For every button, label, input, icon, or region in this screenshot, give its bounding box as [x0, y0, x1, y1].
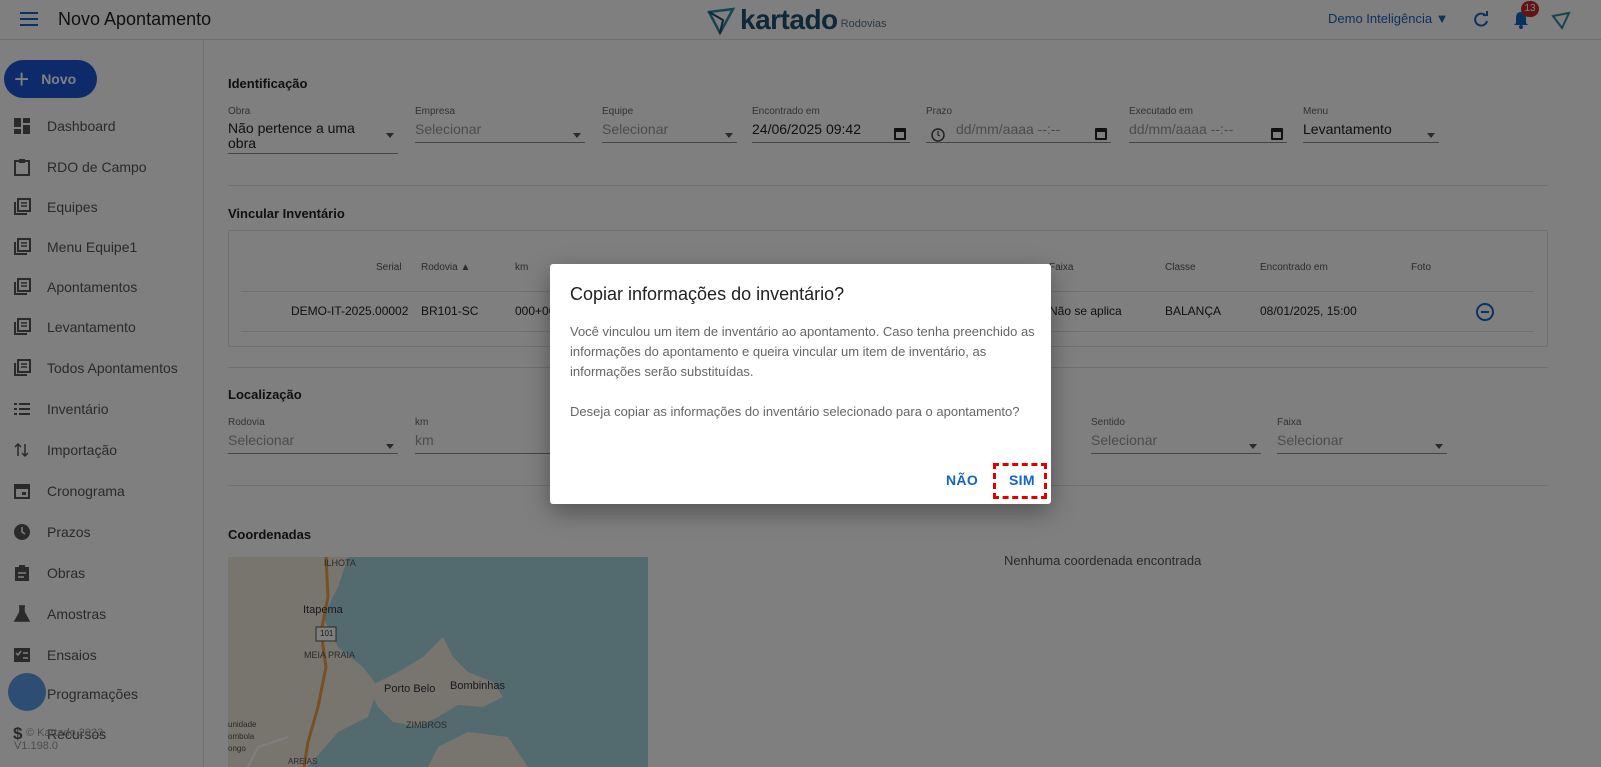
dialog-body: Você vinculou um item de inventário ao a… — [570, 322, 1035, 442]
yes-button-highlight — [993, 463, 1047, 499]
dialog-paragraph: Deseja copiar as informações do inventár… — [570, 404, 1020, 419]
dialog-paragraph: Você vinculou um item de inventário ao a… — [570, 324, 1035, 379]
copy-inventory-dialog: Copiar informações do inventário? Você v… — [550, 264, 1051, 504]
no-button[interactable]: NÃO — [946, 472, 978, 488]
dialog-title: Copiar informações do inventário? — [570, 284, 845, 304]
